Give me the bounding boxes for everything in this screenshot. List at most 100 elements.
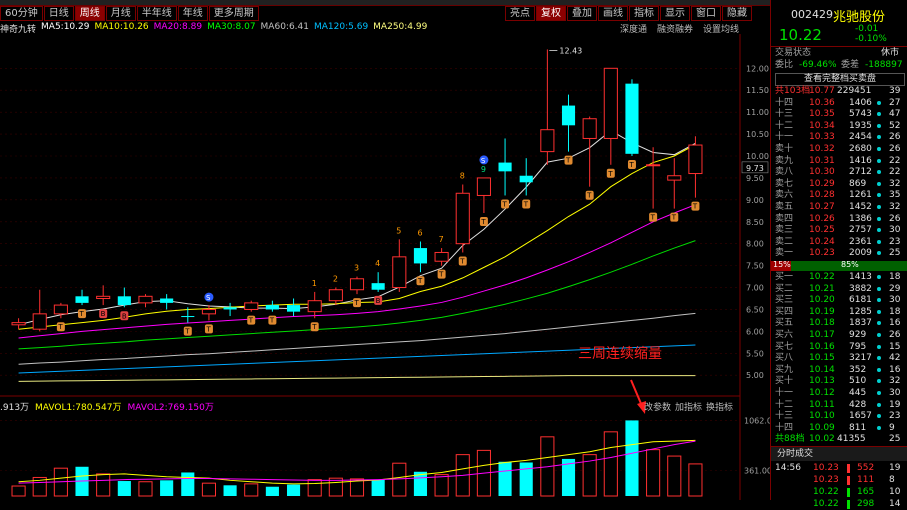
buy-price: 10.20: [809, 295, 835, 306]
chart-ops: 深度通 融资融券 设置均线: [620, 22, 739, 35]
toolbar-button-2[interactable]: 叠加: [567, 6, 597, 21]
vol-op-button[interactable]: 换指标: [706, 400, 733, 413]
period-tab-6[interactable]: 更多周期: [208, 6, 259, 21]
sell-count: 22: [889, 155, 901, 166]
sell-level: 卖二: [775, 236, 794, 247]
sell-count: 23: [889, 236, 901, 247]
buy-vol: 929: [849, 330, 867, 340]
candle-body-up: [96, 295, 111, 299]
period-tab-4[interactable]: 半年线: [136, 6, 177, 21]
sell-vol: 1452: [849, 202, 872, 212]
vol-op-button[interactable]: 改参数: [644, 400, 671, 413]
buy-price: 10.12: [809, 388, 835, 398]
sell-price: 10.26: [809, 213, 835, 224]
buy-price: 10.17: [809, 330, 835, 340]
y-tick-label: 9.00: [746, 196, 764, 205]
chart-op-button[interactable]: 融资融券: [657, 22, 693, 35]
sell-count: 32: [889, 202, 901, 212]
buy-price: 10.21: [809, 283, 835, 294]
vol-legend-item: MAVOL1:780.547万: [35, 403, 122, 413]
period-tab-0[interactable]: 60分钟: [0, 6, 43, 21]
trade-row: 14:56 10.23 552 19: [771, 463, 907, 474]
buy-level: 买一: [775, 272, 794, 282]
price-block: 10.22 -0.01 -0.10%: [771, 24, 907, 46]
sell-vol: 1935: [849, 120, 872, 131]
sell-price: 10.36: [809, 97, 835, 108]
sell-row: 卖六 10.28 1261 35: [771, 190, 907, 201]
buy-count: 30: [889, 388, 901, 398]
y-tick-label: 8.50: [746, 218, 764, 227]
badge-text: T: [248, 317, 254, 325]
vol-bar-up: [688, 463, 703, 497]
buy-level: 十二: [775, 399, 794, 410]
queue-dot-icon: [877, 123, 881, 128]
sell-level: 卖八: [775, 167, 794, 178]
trade-time: 14:56: [775, 463, 801, 474]
full-depth-link[interactable]: 查看完整档买卖盘: [775, 73, 905, 86]
toolbar-button-0[interactable]: 亮点: [505, 6, 535, 21]
y-tick-label: 5.00: [746, 371, 764, 380]
sell-row: 卖十 10.32 2680 26: [771, 144, 907, 155]
period-tab-3[interactable]: 月线: [105, 6, 136, 21]
y-tick-label: 11.00: [746, 108, 769, 117]
toolbar-button-5[interactable]: 显示: [660, 6, 690, 21]
buy-vol: 795: [849, 341, 867, 352]
ma-legend-item: MA10:10.26: [94, 22, 149, 32]
toolbar-button-1[interactable]: 复权: [536, 6, 566, 21]
toolbar-button-6[interactable]: 窗口: [691, 6, 721, 21]
ma-line-ma250: [18, 375, 696, 382]
period-tab-2[interactable]: 周线: [74, 6, 105, 21]
buy-row: 买三 10.20 6181 30: [771, 295, 907, 306]
candle-body-down: [625, 83, 639, 154]
vol-bar-down: [371, 479, 385, 496]
toolbar-button-4[interactable]: 指标: [629, 6, 659, 21]
ma-legend-item: MA60:6.41: [260, 22, 309, 32]
buy-price: 10.13: [809, 376, 835, 387]
badge-text: T: [184, 328, 190, 336]
sell-price: 10.29: [809, 178, 835, 189]
toolbar-button-3[interactable]: 画线: [598, 6, 628, 21]
y-tick-label: 6.50: [746, 305, 764, 314]
trade-vol: 165: [857, 487, 875, 498]
ma-legend-item: MA5:10.29: [41, 22, 90, 32]
sell-count: 27: [889, 97, 901, 108]
chart-op-button[interactable]: 设置均线: [703, 22, 739, 35]
sell-vol: 2757: [849, 225, 872, 236]
buy-count: 16: [889, 364, 901, 375]
buy-level: 买九: [775, 364, 794, 375]
queue-dot-icon: [877, 286, 881, 291]
trades-title[interactable]: 分时成交: [771, 447, 907, 462]
sell-price: 10.33: [809, 132, 835, 143]
sell-level: 十三: [775, 109, 794, 120]
candle-body-up: [53, 304, 68, 315]
candle-body-up: [688, 144, 703, 175]
vol-op-button[interactable]: 加指标: [675, 400, 702, 413]
queue-dot-icon: [877, 344, 881, 349]
candle-body-up: [434, 251, 449, 262]
ma-legend-item: MA120:5.69: [314, 22, 369, 32]
sell-total-price: 10.77: [809, 86, 835, 96]
chart-op-button[interactable]: 深度通: [620, 22, 647, 35]
badge-text: T: [523, 200, 529, 208]
trade-row: 10.23 111 8: [771, 475, 907, 486]
s-marker-text: S: [206, 294, 211, 302]
sell-count: 26: [889, 213, 901, 224]
buy-row: 买二 10.21 3882 29: [771, 284, 907, 295]
vol-bar-up: [201, 482, 216, 497]
period-tab-1[interactable]: 日线: [43, 6, 74, 21]
vol-bar-down: [498, 461, 512, 496]
nine-turn-label: 3: [354, 264, 359, 273]
trade-row: 10.22 165 10: [771, 487, 907, 498]
sell-price: 10.28: [809, 190, 835, 201]
vol-bar-up: [244, 483, 259, 497]
badge-text: B: [122, 312, 127, 320]
badge-text: T: [502, 200, 508, 208]
buy-row: 买十 10.13 510 32: [771, 376, 907, 387]
ma-legend-item: MA20:8.89: [153, 22, 203, 32]
toolbar-button-7[interactable]: 隐藏: [722, 6, 752, 21]
badge-text: T: [565, 157, 571, 165]
badge-text: T: [269, 317, 275, 325]
vol-tick-label: 1062.00: [744, 416, 770, 425]
period-tab-5[interactable]: 年线: [177, 6, 208, 21]
webi-value: -69.46%: [799, 60, 837, 70]
